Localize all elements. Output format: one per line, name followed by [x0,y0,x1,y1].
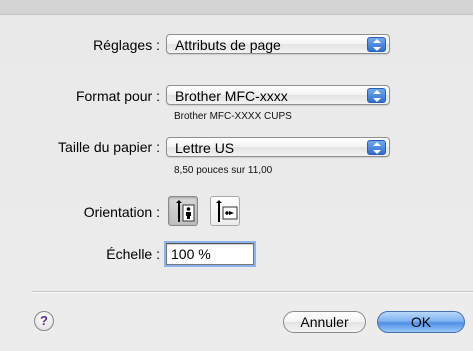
paper-size-label: Taille du papier : [58,139,160,155]
scale-label: Échelle : [106,246,160,262]
paper-size-popup[interactable]: Lettre US [166,137,390,157]
popup-arrows-icon [367,37,386,52]
landscape-orientation-icon [216,200,238,222]
format-popup-value: Brother MFC-xxxx [175,88,288,104]
format-popup[interactable]: Brother MFC-xxxx [166,85,390,105]
landscape-orientation-button[interactable] [210,196,240,226]
ok-button[interactable]: OK [377,311,465,333]
divider [32,291,473,293]
portrait-orientation-button[interactable] [168,196,198,226]
settings-label: Réglages : [93,37,160,53]
paper-size-subtitle: 8,50 pouces sur 11,00 [174,165,273,176]
paper-size-popup-value: Lettre US [175,140,235,156]
popup-arrows-icon [367,88,386,103]
format-subtitle: Brother MFC-XXXX CUPS [174,111,292,122]
cancel-button[interactable]: Annuler [283,311,366,333]
scale-input[interactable] [166,243,254,265]
help-icon[interactable]: ? [34,311,54,331]
title-strip [0,0,473,15]
format-label: Format pour : [75,88,160,104]
settings-popup-value: Attributs de page [175,37,281,53]
popup-arrows-icon [367,140,386,155]
portrait-orientation-icon [176,200,195,222]
page-setup-dialog: Réglages : Attributs de page Format pour… [0,0,473,351]
orientation-label: Orientation : [83,204,160,220]
settings-popup[interactable]: Attributs de page [166,34,390,54]
